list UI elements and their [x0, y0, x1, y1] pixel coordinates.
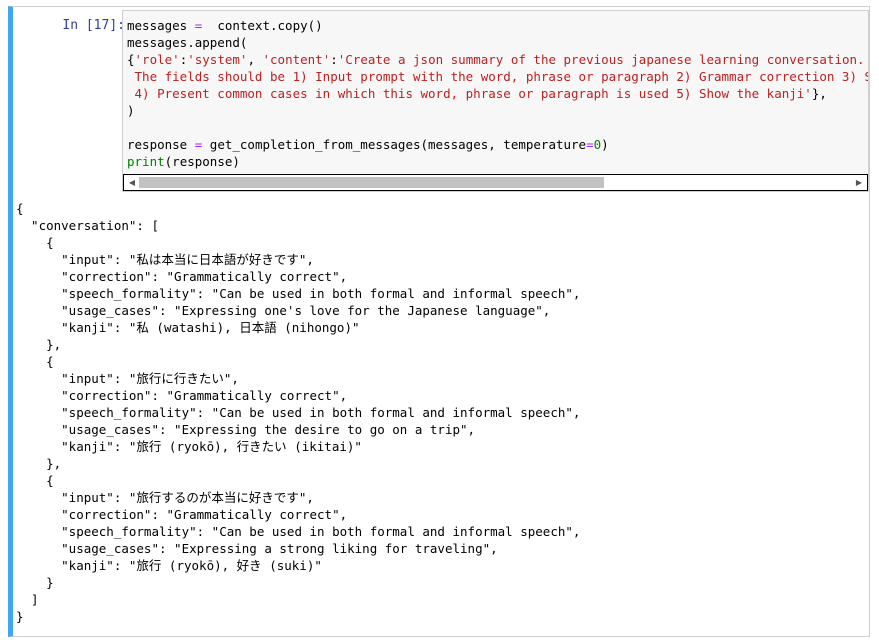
- output-line: {: [16, 235, 54, 250]
- output-line: "correction": "Grammatically correct",: [16, 507, 348, 522]
- output-line: "input": "旅行するのが本当に好きです",: [16, 490, 314, 505]
- code-token: {: [127, 52, 135, 67]
- code-token: 'role': [134, 52, 180, 67]
- output-line: }: [16, 575, 54, 590]
- output-line: "input": "私は本当に日本語が好きです",: [16, 252, 314, 267]
- code-line: The fields should be 1) Input prompt wit…: [127, 68, 868, 85]
- output-line: "kanji": "旅行 (ryokō), 好き (suki)": [16, 558, 322, 573]
- cell-output: { "conversation": [ { "input": "私は本当に日本語…: [16, 200, 580, 625]
- output-line: {: [16, 201, 24, 216]
- output-line: "usage_cases": "Expressing a strong liki…: [16, 541, 498, 556]
- code-token: 'content': [262, 52, 331, 67]
- output-line: ]: [16, 592, 39, 607]
- code-content[interactable]: messages = context.copy() messages.append…: [123, 11, 868, 170]
- code-token: The fields should be 1) Input prompt wit…: [127, 69, 869, 84]
- code-token: get_completion_from_messages(messages, t…: [202, 137, 587, 152]
- code-token: },: [811, 86, 827, 101]
- output-line: "speech_formality": "Can be used in both…: [16, 286, 581, 301]
- scroll-thumb[interactable]: [139, 177, 604, 188]
- output-line: "kanji": "旅行 (ryokō), 行きたい (ikitai)": [16, 439, 362, 454]
- code-token: ,: [247, 52, 263, 67]
- output-line: "speech_formality": "Can be used in both…: [16, 524, 581, 539]
- output-line: }: [16, 609, 24, 624]
- code-token: (response): [164, 154, 240, 169]
- code-line: 4) Present common cases in which this wo…: [127, 85, 868, 102]
- horizontal-scrollbar[interactable]: ◀ ▶: [123, 174, 868, 191]
- output-line: "usage_cases": "Expressing one's love fo…: [16, 303, 551, 318]
- output-line: },: [16, 337, 62, 352]
- code-line: messages.append(: [127, 34, 868, 51]
- code-token: :: [330, 52, 338, 67]
- notebook-cell[interactable]: In [17]: messages = context.copy() messag…: [8, 6, 870, 637]
- output-line: "correction": "Grammatically correct",: [16, 269, 348, 284]
- code-token: print: [127, 154, 165, 169]
- scroll-right-arrow-icon[interactable]: ▶: [852, 175, 866, 190]
- output-line: "kanji": "私 (watashi), 日本語 (nihongo)": [16, 320, 360, 335]
- code-line: print(response): [127, 153, 868, 170]
- code-token: ): [601, 137, 609, 152]
- code-token: 4) Present common cases in which this wo…: [127, 86, 812, 101]
- output-line: "correction": "Grammatically correct",: [16, 388, 348, 403]
- input-prompt: In [17]:: [62, 18, 125, 33]
- output-line: "speech_formality": "Can be used in both…: [16, 405, 581, 420]
- output-line: "usage_cases": "Expressing the desire to…: [16, 422, 476, 437]
- code-line: response = get_completion_from_messages(…: [127, 136, 868, 153]
- code-token: ): [127, 103, 135, 118]
- output-line: "conversation": [: [16, 218, 159, 233]
- code-token: 'system': [187, 52, 248, 67]
- scroll-left-arrow-icon[interactable]: ◀: [125, 175, 139, 190]
- code-line: {'role':'system', 'content':'Create a js…: [127, 51, 868, 68]
- code-token: response: [127, 137, 195, 152]
- output-line: {: [16, 354, 54, 369]
- output-line: },: [16, 456, 62, 471]
- code-token: =: [586, 137, 594, 152]
- code-token: messages.append(: [127, 35, 248, 50]
- output-line: "input": "旅行に行きたい",: [16, 371, 239, 386]
- code-editor[interactable]: messages = context.copy() messages.append…: [122, 10, 869, 192]
- code-token: 0: [593, 137, 602, 152]
- code-line: ): [127, 102, 868, 119]
- code-token: 'Create a json summary of the previous j…: [337, 52, 865, 67]
- code-token: context.copy(): [202, 18, 323, 33]
- code-token: messages: [127, 18, 195, 33]
- code-line: messages = context.copy(): [127, 17, 868, 34]
- output-line: {: [16, 473, 54, 488]
